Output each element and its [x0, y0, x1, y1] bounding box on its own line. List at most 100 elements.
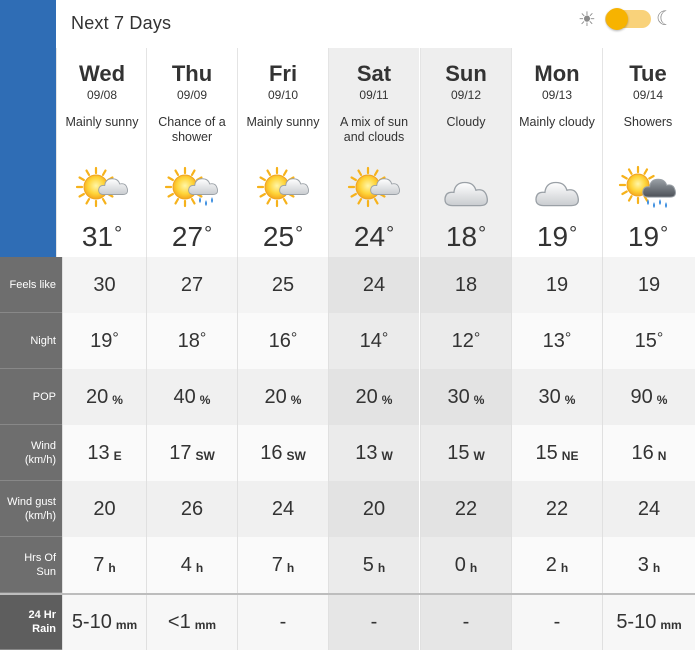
cell-feels-sun: 18 — [420, 257, 511, 313]
cell-sun-mon: 2h — [511, 537, 602, 593]
cell-night-thu: 18° — [146, 313, 237, 369]
left-blue-strip — [0, 0, 56, 257]
cell-gust-fri: 24 — [237, 481, 328, 537]
day-name: Thu — [171, 61, 213, 86]
theme-toggle-group: ☀ ☾ — [578, 8, 678, 34]
cell-rain-fri: - — [237, 595, 328, 650]
day-high-temp: 24° — [353, 221, 395, 252]
sun-icon: ☀ — [578, 9, 596, 31]
cloud-icon — [444, 181, 488, 207]
sun-cloud-icon — [347, 166, 400, 208]
day-header-fri: Fri 09/10 Mainly sunny 25° — [237, 48, 328, 257]
cloud-icon — [535, 181, 579, 207]
row-label-wind: Wind (km/h) — [0, 425, 62, 481]
row-label-rain: 24 Hr Rain — [0, 595, 62, 650]
day-name: Sun — [445, 61, 487, 86]
sun-cloud-icon — [256, 166, 309, 208]
cell-wind-fri: 16 SW — [237, 425, 328, 481]
day-condition: Chance of a shower — [158, 115, 226, 144]
day-name: Mon — [534, 61, 580, 86]
cell-rain-sat: - — [328, 595, 419, 650]
cell-night-mon: 13° — [511, 313, 602, 369]
cell-feels-fri: 25 — [237, 257, 328, 313]
cell-night-sun: 12° — [420, 313, 511, 369]
day-date: 09/14 — [632, 88, 664, 102]
cell-sun-sun: 0h — [420, 537, 511, 593]
day-condition: Mainly sunny — [65, 115, 139, 129]
day-date: 09/10 — [267, 88, 299, 102]
rain-divider — [0, 593, 695, 595]
cell-gust-sun: 22 — [420, 481, 511, 537]
day-high-temp: 31° — [81, 221, 123, 252]
cell-feels-mon: 19 — [511, 257, 602, 313]
sun-cloud-showers-icon — [618, 165, 676, 208]
cell-rain-sun: - — [420, 595, 511, 650]
cell-pop-mon: 30% — [511, 369, 602, 425]
cell-pop-fri: 20% — [237, 369, 328, 425]
cell-gust-mon: 22 — [511, 481, 602, 537]
cell-wind-wed: 13 E — [62, 425, 146, 481]
cell-sun-tue: 3h — [602, 537, 695, 593]
cell-gust-thu: 26 — [146, 481, 237, 537]
day-high-temp: 19° — [536, 221, 578, 252]
sun-cloud-icon — [75, 166, 128, 208]
cell-wind-thu: 17 SW — [146, 425, 237, 481]
day-condition: Mainly sunny — [246, 115, 320, 129]
cell-sun-sat: 5h — [328, 537, 419, 593]
cell-rain-wed: 5-10 mm — [62, 595, 146, 650]
toggle-knob[interactable] — [606, 8, 628, 30]
day-name: Wed — [78, 61, 126, 86]
day-name: Sat — [356, 61, 392, 86]
cell-wind-sat: 13 W — [328, 425, 419, 481]
day-header-mon: Mon 09/13 Mainly cloudy 19° — [511, 48, 602, 257]
cell-night-wed: 19° — [62, 313, 146, 369]
cell-night-tue: 15° — [602, 313, 695, 369]
cell-feels-thu: 27 — [146, 257, 237, 313]
row-label-feels: Feels like — [0, 257, 62, 313]
cell-rain-tue: 5-10 mm — [602, 595, 695, 650]
row-label-gust: Wind gust (km/h) — [0, 481, 62, 537]
cell-wind-mon: 15 NE — [511, 425, 602, 481]
cell-wind-sun: 15 W — [420, 425, 511, 481]
day-name: Fri — [268, 61, 298, 86]
day-header-wed: Wed 09/08 Mainly sunny 31° — [56, 48, 147, 257]
cell-pop-sun: 30% — [420, 369, 511, 425]
day-condition: Mainly cloudy — [519, 115, 595, 129]
cell-gust-sat: 20 — [328, 481, 419, 537]
day-condition: Showers — [623, 115, 673, 129]
cell-night-sat: 14° — [328, 313, 419, 369]
day-name: Tue — [629, 61, 667, 86]
cell-pop-tue: 90% — [602, 369, 695, 425]
day-condition: Cloudy — [446, 115, 486, 129]
day-date: 09/08 — [86, 88, 118, 102]
row-label-pop: POP — [0, 369, 62, 425]
cell-gust-wed: 20 — [62, 481, 146, 537]
page-title: Next 7 Days — [71, 13, 172, 33]
cell-sun-wed: 7h — [62, 537, 146, 593]
cell-gust-tue: 24 — [602, 481, 695, 537]
cell-feels-tue: 19 — [602, 257, 695, 313]
cell-rain-thu: <1 mm — [146, 595, 237, 650]
cell-feels-wed: 30 — [62, 257, 146, 313]
day-condition: A mix of sun and clouds — [339, 115, 409, 144]
row-label-sun: Hrs Of Sun — [0, 537, 62, 593]
day-high-temp: 25° — [262, 221, 304, 252]
cell-pop-wed: 20% — [62, 369, 146, 425]
day-date: 09/13 — [541, 88, 573, 102]
day-date: 09/12 — [450, 88, 482, 102]
cell-feels-sat: 24 — [328, 257, 419, 313]
day-date: 09/11 — [359, 88, 389, 102]
day-high-temp: 18° — [445, 221, 487, 252]
cell-night-fri: 16° — [237, 313, 328, 369]
row-label-night: Night — [0, 313, 62, 369]
day-header-thu: Thu 09/09 Chance of a shower 27° — [146, 48, 237, 257]
cell-pop-thu: 40% — [146, 369, 237, 425]
cell-sun-fri: 7h — [237, 537, 328, 593]
sun-cloud-rain-icon — [164, 166, 218, 208]
theme-toggle[interactable] — [605, 8, 651, 30]
day-header-tue: Tue 09/14 Showers 19° — [602, 48, 693, 257]
day-header-sat: Sat 09/11 A mix of sun and clouds 24° — [328, 48, 419, 257]
cell-rain-mon: - — [511, 595, 602, 650]
cell-sun-thu: 4h — [146, 537, 237, 593]
cell-pop-sat: 20% — [328, 369, 419, 425]
